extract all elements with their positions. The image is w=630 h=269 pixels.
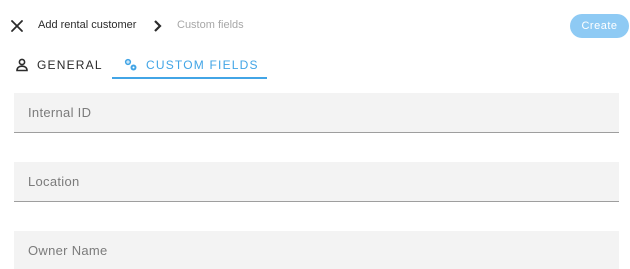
active-tab-indicator bbox=[112, 77, 267, 79]
tab-custom-fields[interactable]: CUSTOM FIELDS bbox=[124, 52, 259, 78]
owner-name-label: Owner Name bbox=[28, 243, 108, 258]
location-label: Location bbox=[28, 174, 80, 189]
tab-general[interactable]: GENERAL bbox=[15, 52, 103, 78]
breadcrumb-current: Custom fields bbox=[177, 19, 244, 31]
internal-id-label: Internal ID bbox=[28, 105, 92, 120]
person-icon bbox=[15, 58, 29, 72]
owner-name-field[interactable]: Owner Name bbox=[14, 231, 619, 269]
dialog-header: Add rental customer Custom fields Create bbox=[0, 0, 630, 52]
tab-custom-fields-label: CUSTOM FIELDS bbox=[146, 58, 259, 72]
close-icon[interactable] bbox=[9, 18, 25, 34]
breadcrumb-title[interactable]: Add rental customer bbox=[38, 19, 136, 31]
internal-id-field[interactable]: Internal ID bbox=[14, 93, 619, 133]
location-field[interactable]: Location bbox=[14, 162, 619, 202]
chevron-right-icon bbox=[152, 19, 164, 33]
add-rental-customer-dialog: Add rental customer Custom fields Create… bbox=[0, 0, 630, 269]
create-button[interactable]: Create bbox=[570, 14, 629, 38]
tab-general-label: GENERAL bbox=[37, 58, 103, 72]
gears-icon bbox=[124, 58, 138, 72]
